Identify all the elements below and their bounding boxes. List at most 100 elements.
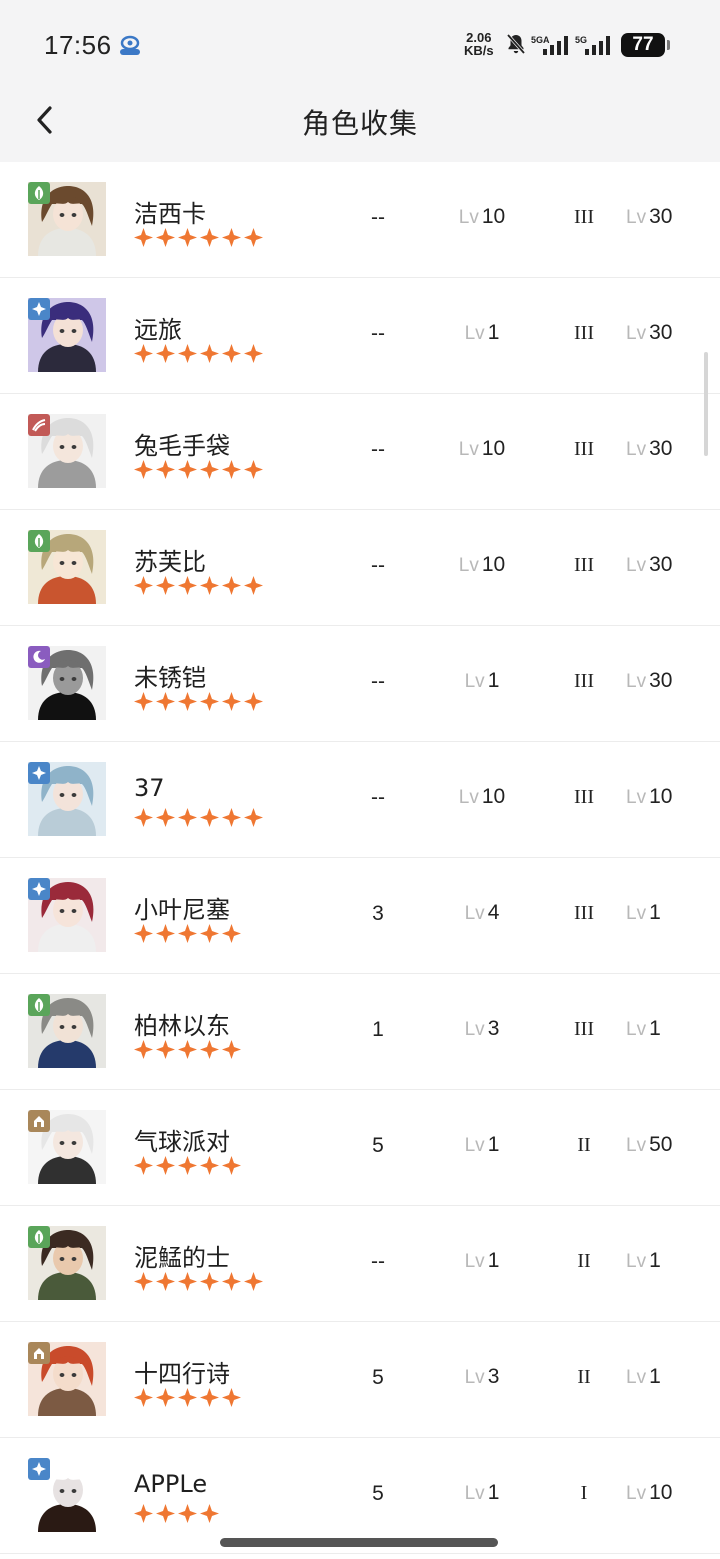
- star-icon: [178, 1388, 197, 1407]
- character-count: --: [371, 206, 385, 229]
- character-name: 小叶尼塞: [134, 896, 230, 924]
- character-level: Lv 1: [440, 669, 524, 693]
- list-item[interactable]: 洁西卡 -- Lv 10 III Lv 30: [0, 162, 720, 278]
- character-level: Lv 10: [440, 785, 524, 809]
- character-avatar[interactable]: [28, 878, 106, 952]
- star-icon: [222, 1040, 241, 1059]
- star-icon: [244, 576, 263, 595]
- character-avatar[interactable]: [28, 1226, 106, 1300]
- signal-strength-icon: [543, 36, 568, 55]
- list-item[interactable]: 小叶尼塞 3 Lv 4 III Lv 1: [0, 858, 720, 974]
- character-avatar[interactable]: [28, 182, 106, 256]
- secondary-level: Lv 1: [626, 1249, 704, 1273]
- level-prefix: Lv: [464, 1019, 485, 1040]
- star-icon: [178, 808, 197, 827]
- insight-rank: III: [574, 438, 594, 460]
- star-icon: [222, 460, 241, 479]
- character-name: 兔毛手袋: [134, 432, 230, 460]
- mystery-attribute-icon: [28, 646, 50, 668]
- list-item[interactable]: 柏林以东 1 Lv 3 III Lv 1: [0, 974, 720, 1090]
- intellect-attribute-icon: [28, 1110, 50, 1132]
- star-icon: [134, 692, 153, 711]
- star-icon: [134, 1272, 153, 1291]
- character-avatar[interactable]: [28, 646, 106, 720]
- secondary-level: Lv 30: [626, 669, 704, 693]
- character-avatar[interactable]: [28, 1110, 106, 1184]
- character-name: APPLe: [134, 1470, 208, 1498]
- level-value: 50: [649, 1133, 673, 1156]
- list-item[interactable]: 泥鯭的士 -- Lv 1 II Lv 1: [0, 1206, 720, 1322]
- star-icon: [200, 808, 219, 827]
- level-value: 4: [487, 901, 500, 924]
- level-prefix: Lv: [464, 671, 485, 692]
- level-prefix: Lv: [626, 1135, 647, 1156]
- level-prefix: Lv: [626, 671, 647, 692]
- star-icon: [156, 924, 175, 943]
- star-icon: [156, 460, 175, 479]
- character-level: Lv 4: [440, 901, 524, 925]
- network-speed: 2.06 KB/s: [464, 31, 494, 57]
- list-item[interactable]: 气球派对 5 Lv 1 II Lv 50: [0, 1090, 720, 1206]
- star-rating: [134, 576, 263, 596]
- star-rating: [134, 1504, 219, 1524]
- level-value: 10: [481, 553, 506, 576]
- star-icon: [156, 1388, 175, 1407]
- star-icon: [222, 344, 241, 363]
- star-icon: [200, 1504, 219, 1523]
- level-prefix: Lv: [458, 787, 479, 808]
- list-item[interactable]: 远旅 -- Lv 1 III Lv 30: [0, 278, 720, 394]
- level-value: 30: [649, 437, 673, 460]
- star-icon: [178, 460, 197, 479]
- star-icon: [178, 344, 197, 363]
- star-icon: [156, 1156, 175, 1175]
- list-item[interactable]: 未锈铠 -- Lv 1 III Lv 30: [0, 626, 720, 742]
- secondary-level: Lv 30: [626, 321, 704, 345]
- star-icon: [134, 924, 153, 943]
- star-icon: [222, 1156, 241, 1175]
- star-icon: [134, 344, 153, 363]
- star-icon: [222, 1272, 241, 1291]
- character-name: 气球派对: [134, 1128, 230, 1156]
- level-value: 1: [487, 669, 500, 692]
- star-rating: [134, 692, 263, 712]
- list-item[interactable]: 37 -- Lv 10 III Lv 10: [0, 742, 720, 858]
- character-avatar[interactable]: [28, 762, 106, 836]
- star-icon: [200, 1156, 219, 1175]
- secondary-level: Lv 30: [626, 437, 704, 461]
- character-avatar[interactable]: [28, 414, 106, 488]
- beast-attribute-icon: [28, 414, 50, 436]
- scrollbar[interactable]: [704, 352, 708, 456]
- character-level: Lv 1: [440, 321, 524, 345]
- secondary-level: Lv 10: [626, 785, 704, 809]
- insight-rank: II: [577, 1134, 591, 1156]
- secondary-level: Lv 50: [626, 1133, 704, 1157]
- character-avatar[interactable]: [28, 530, 106, 604]
- nature-attribute-icon: [28, 994, 50, 1016]
- level-prefix: Lv: [458, 207, 479, 228]
- secondary-level: Lv 10: [626, 1481, 704, 1505]
- list-item[interactable]: 苏芙比 -- Lv 10 III Lv 30: [0, 510, 720, 626]
- level-value: 1: [649, 1249, 661, 1272]
- level-value: 1: [487, 1481, 500, 1504]
- star-icon: [244, 460, 263, 479]
- character-avatar[interactable]: [28, 298, 106, 372]
- list-item[interactable]: APPLe 5 Lv 1 I Lv 10: [0, 1438, 720, 1554]
- star-icon: [244, 808, 263, 827]
- insight-rank: II: [577, 1366, 591, 1388]
- star-icon: [222, 808, 241, 827]
- list-item[interactable]: 十四行诗 5 Lv 3 II Lv 1: [0, 1322, 720, 1438]
- star-icon: [156, 1504, 175, 1523]
- home-indicator[interactable]: [220, 1538, 498, 1547]
- star-icon: [156, 1040, 175, 1059]
- level-value: 1: [487, 1133, 500, 1156]
- character-avatar[interactable]: [28, 1342, 106, 1416]
- list-item[interactable]: 兔毛手袋 -- Lv 10 III Lv 30: [0, 394, 720, 510]
- character-avatar[interactable]: [28, 1458, 106, 1532]
- insight-rank: III: [574, 670, 594, 692]
- character-avatar[interactable]: [28, 994, 106, 1068]
- character-list: 洁西卡 -- Lv 10 III Lv 30 远旅 -- Lv 1 III Lv 30: [0, 162, 720, 1554]
- star-rating: [134, 228, 263, 248]
- star-icon: [244, 692, 263, 711]
- character-level: Lv 10: [440, 437, 524, 461]
- level-prefix: Lv: [626, 555, 647, 576]
